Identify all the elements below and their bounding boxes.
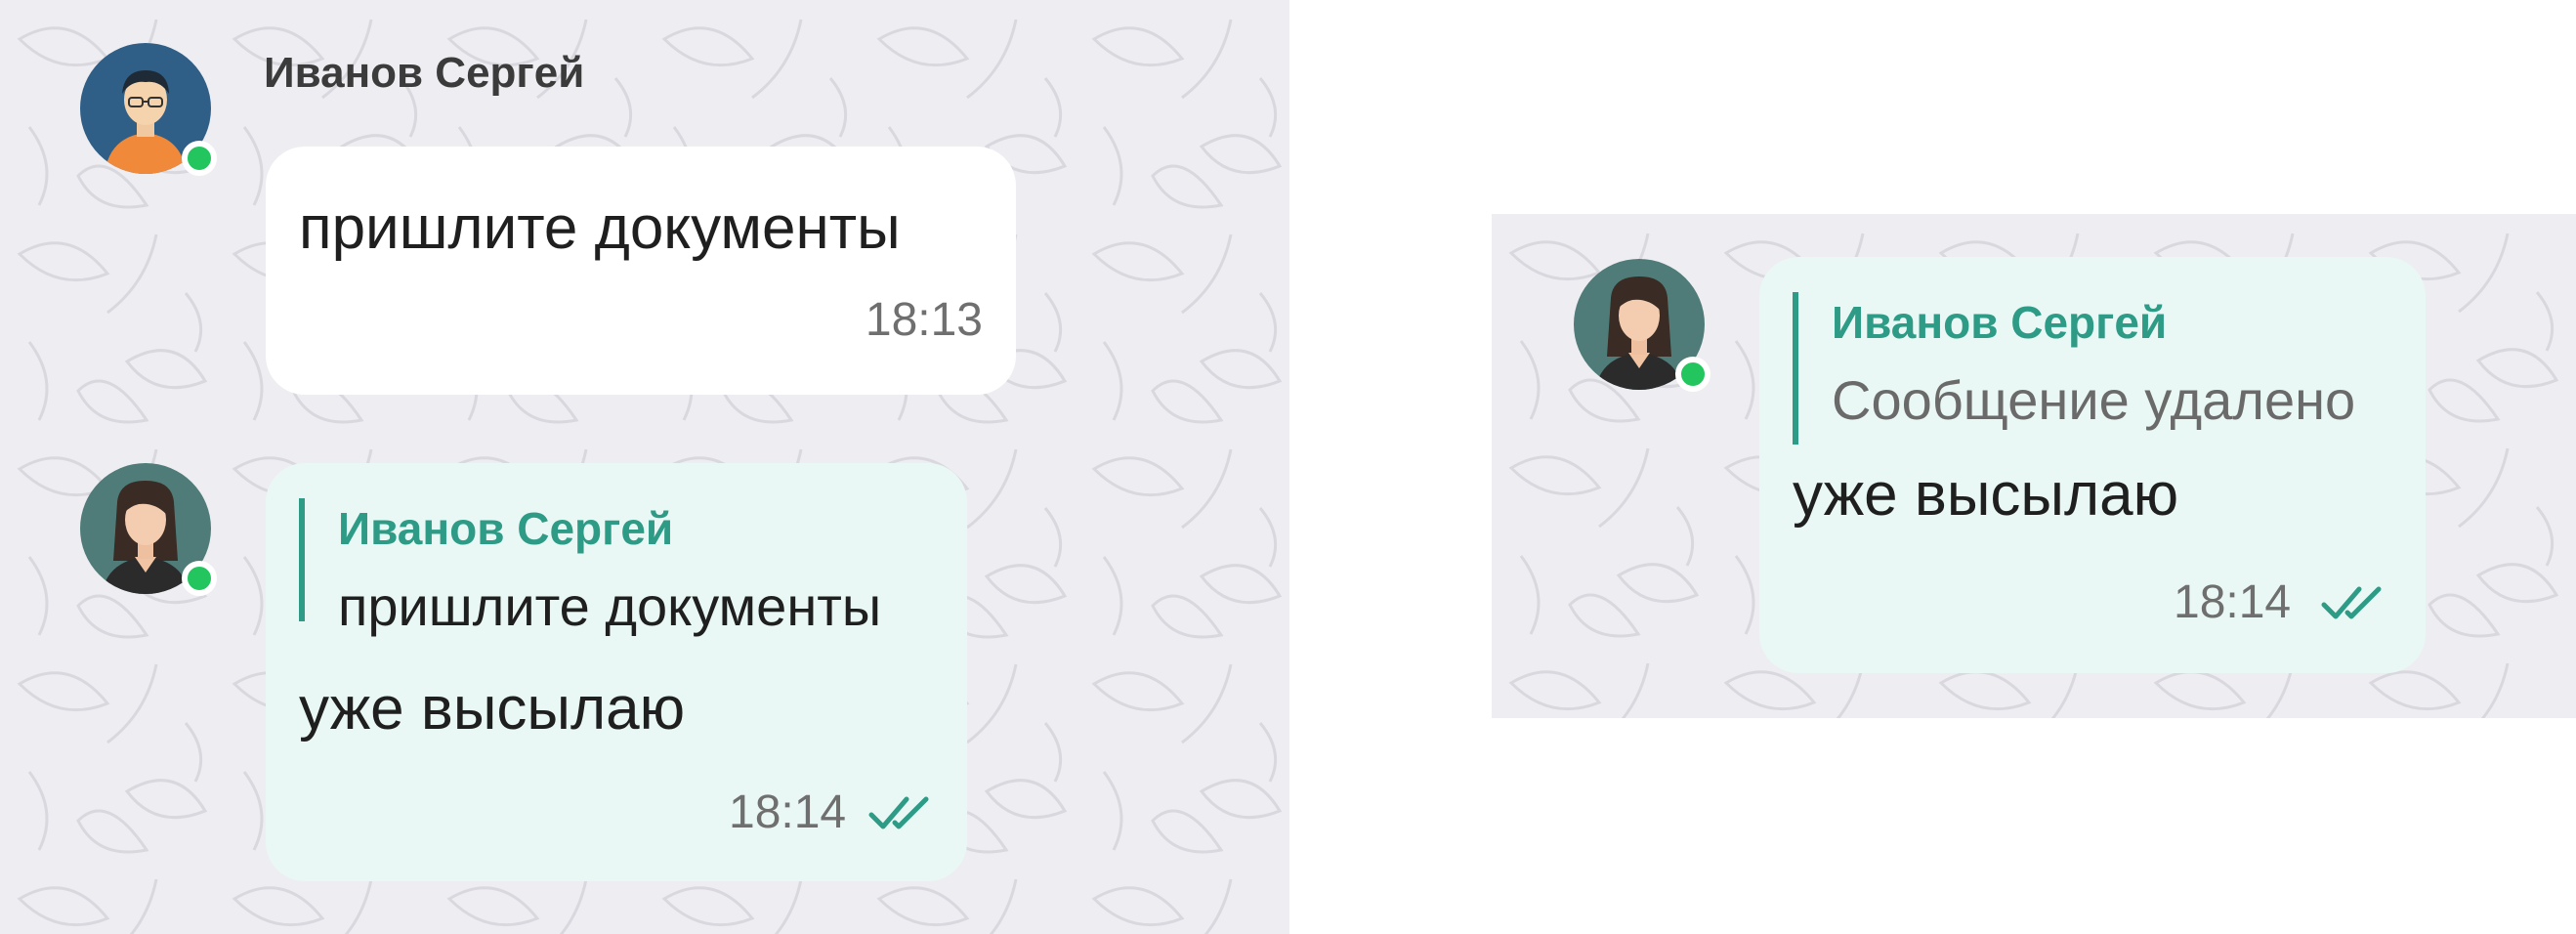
outgoing-message-bubble[interactable]: Иванов Сергей Сообщение удалено уже высы…: [1759, 257, 2426, 673]
online-status-indicator: [182, 141, 217, 176]
message-text: пришлите документы: [299, 194, 901, 262]
outgoing-message-bubble[interactable]: Иванов Сергей пришлите документы уже выс…: [266, 463, 967, 881]
quoted-deleted-text[interactable]: Сообщение удалено: [1832, 368, 2355, 432]
incoming-message-bubble[interactable]: пришлите документы 18:13: [266, 147, 1016, 395]
sender-name[interactable]: Иванов Сергей: [264, 49, 584, 98]
message-time: 18:13: [865, 294, 983, 346]
chat-panel-left: Иванов Сергей пришлите документы 18:13 И…: [0, 0, 1289, 934]
message-text: уже высылаю: [299, 675, 686, 743]
quoted-text[interactable]: пришлите документы: [338, 574, 881, 638]
message-text: уже высылаю: [1793, 461, 2179, 529]
quote-bar: [1793, 292, 1798, 445]
online-status-indicator: [182, 561, 217, 596]
avatar[interactable]: [80, 463, 217, 596]
chat-panel-right: Иванов Сергей Сообщение удалено уже высы…: [1492, 214, 2576, 718]
double-check-icon: [2321, 586, 2382, 619]
online-status-indicator: [1675, 357, 1710, 392]
message-time: 18:14: [729, 786, 847, 838]
quoted-author[interactable]: Иванов Сергей: [1832, 296, 2167, 349]
double-check-icon: [868, 796, 929, 829]
avatar[interactable]: [1574, 259, 1710, 392]
quoted-author[interactable]: Иванов Сергей: [338, 502, 673, 555]
avatar[interactable]: [80, 43, 217, 176]
message-time: 18:14: [2174, 576, 2292, 628]
quote-bar: [299, 498, 305, 621]
